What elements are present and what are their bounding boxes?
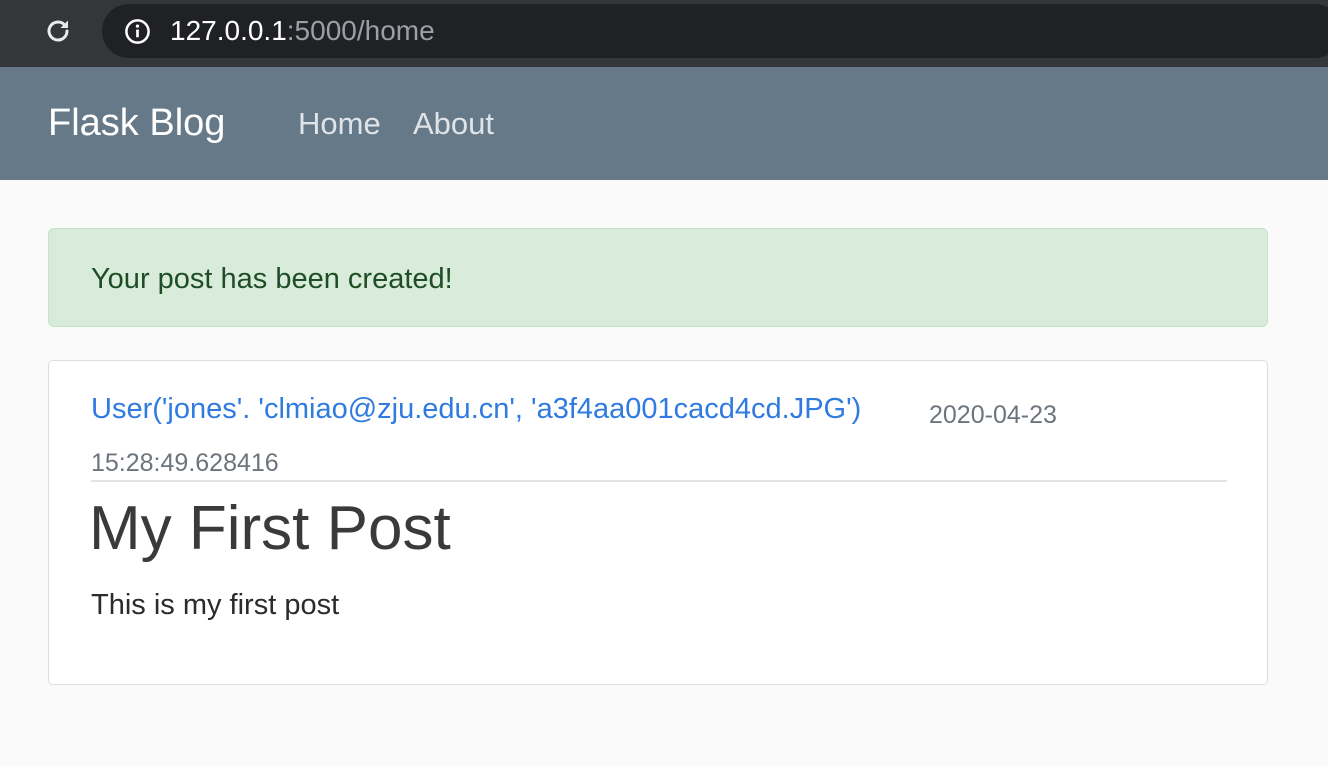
post-meta-divider (91, 480, 1227, 482)
url-text[interactable]: 127.0.0.1:5000/home (170, 16, 435, 46)
post-card: 2020-04-23 15:28:49.628416 User('jones'.… (48, 360, 1268, 685)
back-arrow-icon[interactable]: › (0, 22, 8, 38)
post-author-link[interactable]: User('jones'. 'clmiao@zju.edu.cn', 'a3f4… (91, 391, 861, 427)
address-bar[interactable]: 127.0.0.1:5000/home (102, 4, 1328, 58)
navbar-brand[interactable]: Flask Blog (48, 101, 225, 145)
url-path: :5000/home (286, 15, 435, 46)
flash-alert-success: Your post has been created! (48, 228, 1268, 327)
info-icon[interactable] (124, 18, 151, 45)
browser-toolbar: › 127.0.0.1:5000/home (0, 0, 1328, 67)
nav-link-home[interactable]: Home (298, 104, 381, 144)
flash-message: Your post has been created! (91, 263, 453, 295)
url-host: 127.0.0.1 (170, 15, 287, 46)
reload-icon (47, 20, 69, 42)
nav-link-about[interactable]: About (413, 104, 494, 144)
post-content: This is my first post (91, 589, 340, 621)
post-title[interactable]: My First Post (89, 493, 451, 565)
reload-button[interactable] (40, 14, 76, 48)
site-navbar: Flask Blog Home About (0, 67, 1328, 180)
